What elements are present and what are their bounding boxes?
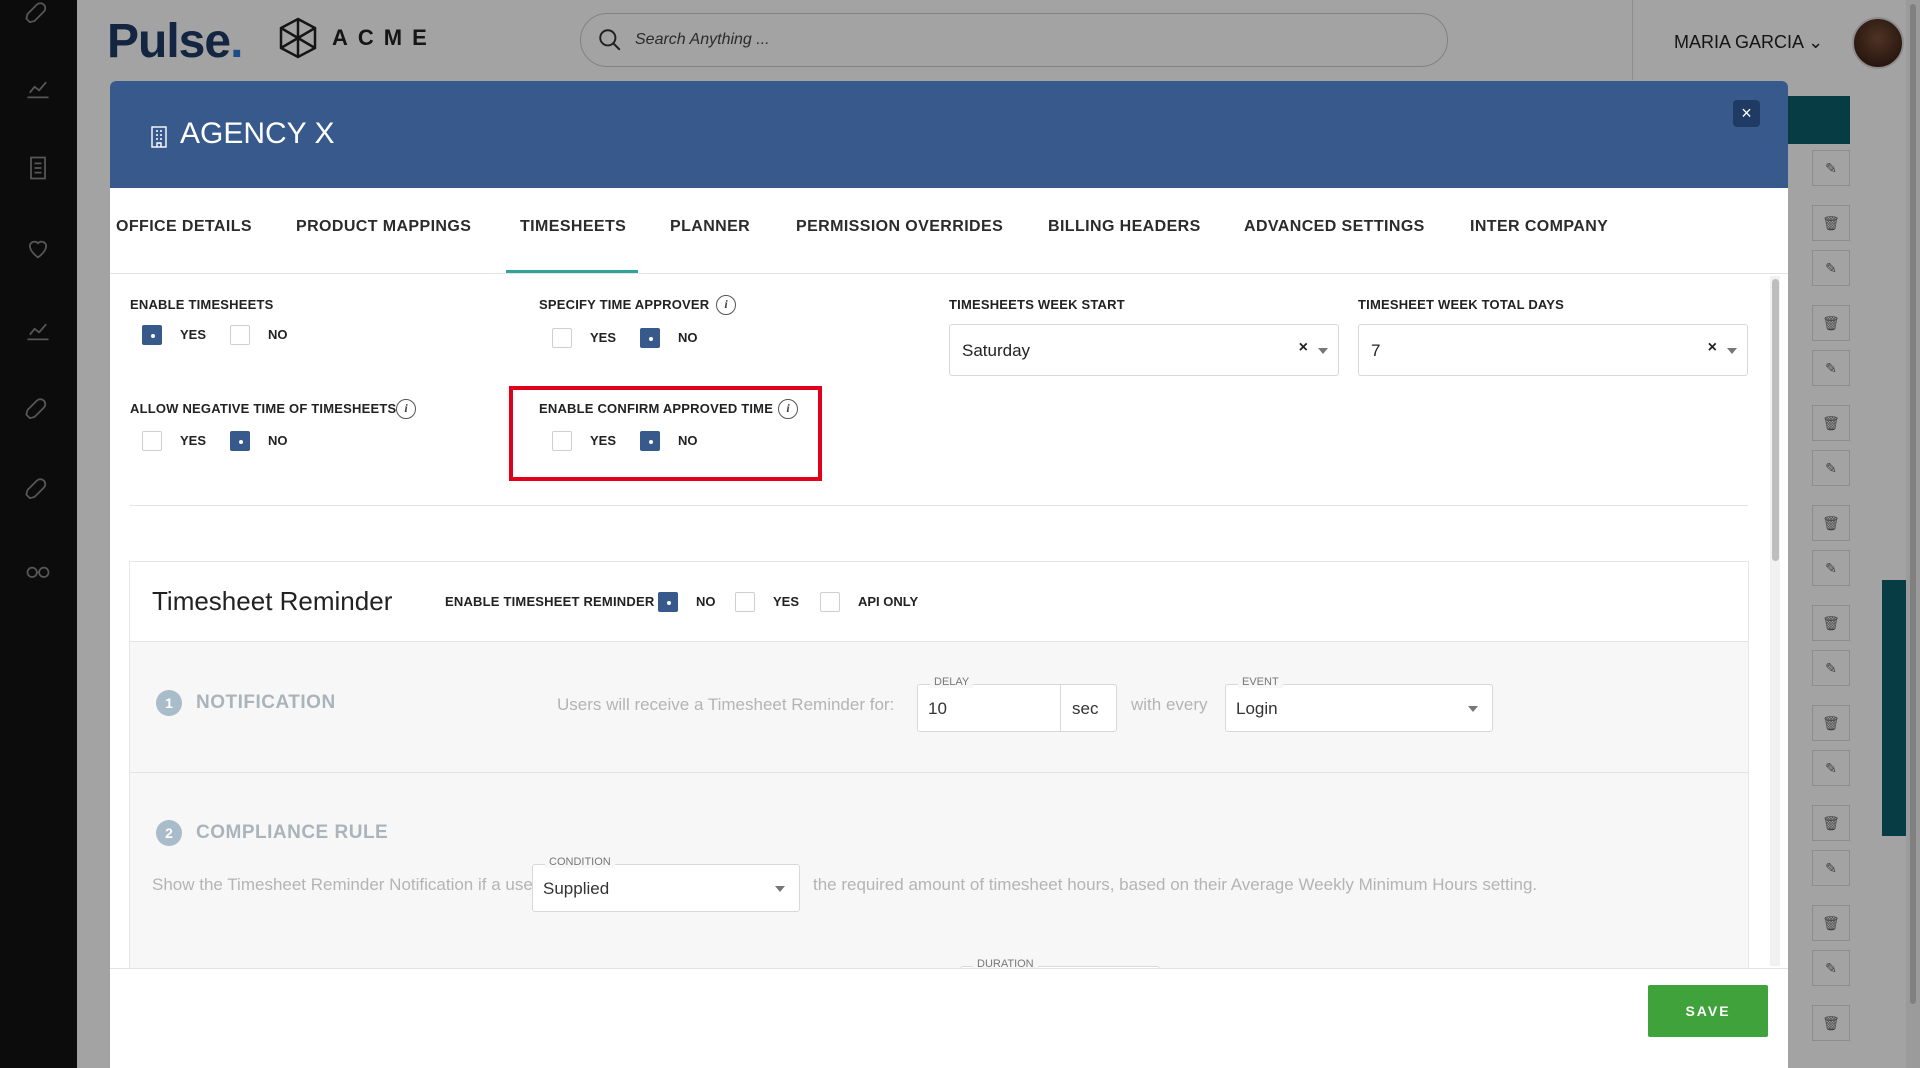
clear-icon[interactable]: × xyxy=(1708,339,1717,357)
caret-down-icon[interactable] xyxy=(1727,348,1737,354)
enable-reminder-label: ENABLE TIMESHEET REMINDER xyxy=(445,594,655,609)
tab-inter-company[interactable]: INTER COMPANY xyxy=(1470,218,1608,236)
reminder-title: Timesheet Reminder xyxy=(152,586,393,616)
with-every-text: with every xyxy=(1131,695,1208,714)
close-button[interactable]: × xyxy=(1733,100,1760,127)
modal-title: AGENCY X xyxy=(180,117,335,150)
compliance-suffix-text: the required amount of timesheet hours, … xyxy=(813,875,1538,894)
enable-confirm-approved-time-no-checkbox[interactable] xyxy=(640,431,660,451)
tab-permission-overrides[interactable]: PERMISSION OVERRIDES xyxy=(796,218,1003,236)
reminder-api-only-label: API ONLY xyxy=(858,594,919,609)
condition-select[interactable]: CONDITION Supplied xyxy=(532,856,800,912)
reminder-body: 1 NOTIFICATION Users will receive a Time… xyxy=(130,642,1748,1014)
week-start-label: TIMESHEETS WEEK START xyxy=(949,297,1125,312)
allow-negative-time-no-checkbox[interactable] xyxy=(230,431,250,451)
tab-office-details[interactable]: OFFICE DETAILS xyxy=(116,218,252,236)
specify-time-approver-label: SPECIFY TIME APPROVER xyxy=(539,297,710,312)
caret-down-icon[interactable] xyxy=(1468,706,1478,712)
info-icon[interactable]: i xyxy=(396,399,416,419)
section-divider xyxy=(130,505,1748,506)
clear-icon[interactable]: × xyxy=(1299,339,1308,357)
compliance-title: COMPLIANCE RULE xyxy=(196,822,389,843)
timesheet-reminder-card: Timesheet Reminder ENABLE TIMESHEET REMI… xyxy=(129,561,1749,1014)
week-total-days-label: TIMESHEET WEEK TOTAL DAYS xyxy=(1358,297,1565,312)
tab-product-mappings[interactable]: PRODUCT MAPPINGS xyxy=(296,218,471,236)
agency-settings-modal: AGENCY X × OFFICE DETAILS PRODUCT MAPPIN… xyxy=(110,81,1788,1068)
save-button[interactable]: SAVE xyxy=(1648,985,1768,1037)
step-number: 1 xyxy=(156,690,182,716)
info-icon[interactable]: i xyxy=(778,399,798,419)
notification-title: NOTIFICATION xyxy=(196,692,336,713)
allow-negative-time-label: ALLOW NEGATIVE TIME OF TIMESHEETS xyxy=(130,401,397,416)
reminder-header: Timesheet Reminder ENABLE TIMESHEET REMI… xyxy=(130,562,1748,642)
caret-down-icon[interactable] xyxy=(1318,348,1328,354)
enable-timesheets-yes-checkbox[interactable] xyxy=(142,325,162,345)
enable-confirm-approved-time-label: ENABLE CONFIRM APPROVED TIME xyxy=(539,401,774,416)
specify-time-approver-no-label: NO xyxy=(678,330,698,345)
tab-timesheets[interactable]: TIMESHEETS xyxy=(520,218,626,236)
tab-bar: OFFICE DETAILS PRODUCT MAPPINGS TIMESHEE… xyxy=(110,188,1788,274)
active-tab-indicator xyxy=(506,270,638,273)
notification-text: Users will receive a Timesheet Reminder … xyxy=(557,695,895,714)
enable-timesheets-no-checkbox[interactable] xyxy=(230,325,250,345)
tab-billing-headers[interactable]: BILLING HEADERS xyxy=(1048,218,1201,236)
reminder-api-only-checkbox[interactable] xyxy=(820,592,840,612)
reminder-yes-label: YES xyxy=(773,594,800,609)
reminder-no-label: NO xyxy=(696,594,716,609)
allow-negative-time-yes-checkbox[interactable] xyxy=(142,431,162,451)
enable-confirm-approved-time-yes-label: YES xyxy=(590,433,617,448)
modal-scrollbar-thumb[interactable] xyxy=(1772,279,1779,561)
specify-time-approver-no-checkbox[interactable] xyxy=(640,328,660,348)
allow-negative-time-yes-label: YES xyxy=(180,433,207,448)
week-start-select[interactable]: Saturday × xyxy=(949,324,1339,376)
specify-time-approver-yes-checkbox[interactable] xyxy=(552,328,572,348)
modal-footer: SAVE xyxy=(110,968,1788,1068)
tab-planner[interactable]: PLANNER xyxy=(670,218,750,236)
enable-timesheets-label: ENABLE TIMESHEETS xyxy=(130,297,274,312)
enable-confirm-approved-time-yes-checkbox[interactable] xyxy=(552,431,572,451)
unit-divider xyxy=(1060,685,1061,731)
building-icon xyxy=(151,126,167,148)
event-select[interactable]: EVENT Login xyxy=(1225,676,1493,732)
allow-negative-time-no-label: NO xyxy=(268,433,288,448)
reminder-no-checkbox[interactable] xyxy=(658,592,678,612)
enable-timesheets-no-label: NO xyxy=(268,327,288,342)
step-number: 2 xyxy=(156,820,182,846)
step-divider xyxy=(130,772,1748,773)
delay-input[interactable]: DELAY 10 sec xyxy=(917,676,1117,732)
tab-advanced-settings[interactable]: ADVANCED SETTINGS xyxy=(1244,218,1425,236)
reminder-yes-checkbox[interactable] xyxy=(735,592,755,612)
delay-unit: sec xyxy=(1072,699,1099,718)
enable-confirm-approved-time-no-label: NO xyxy=(678,433,698,448)
caret-down-icon[interactable] xyxy=(775,886,785,892)
enable-timesheets-yes-label: YES xyxy=(180,327,207,342)
modal-header: AGENCY X × xyxy=(110,81,1788,188)
info-icon[interactable]: i xyxy=(716,295,736,315)
week-total-days-select[interactable]: 7 × xyxy=(1358,324,1748,376)
specify-time-approver-yes-label: YES xyxy=(590,330,617,345)
